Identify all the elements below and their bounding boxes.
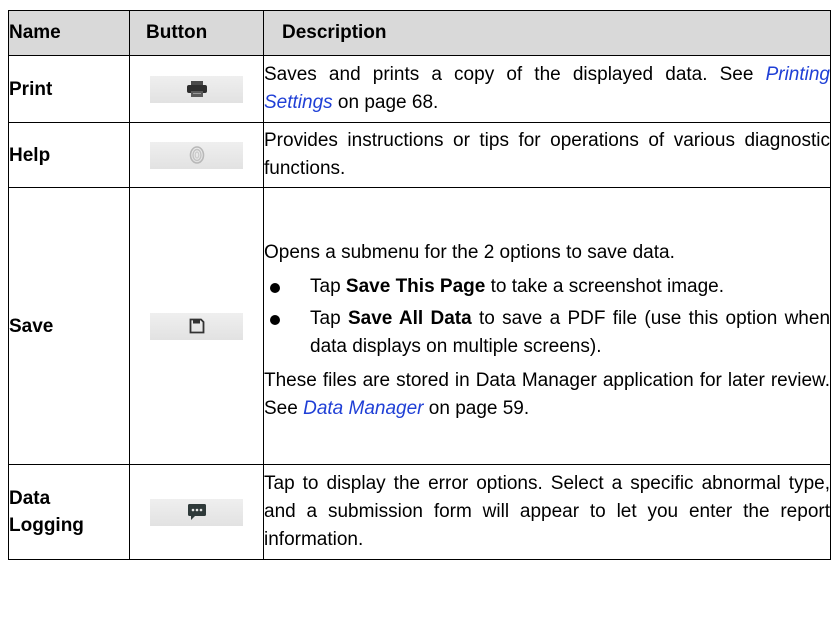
save-intro: Opens a submenu for the 2 options to sav… [264,242,675,263]
bullet-icon [270,283,280,293]
table-row-print: Print Saves and prints a copy of the dis… [8,55,831,123]
table-row-data-logging: Data Logging Tap to display the error op… [8,464,831,560]
row-name-help: Help [8,122,130,188]
row-name-print: Print [8,55,130,123]
row-desc-data-logging: Tap to display the error options. Select… [263,464,831,560]
header-name: Name [8,10,130,56]
row-desc-help: Provides instructions or tips for operat… [263,122,831,188]
table-row-help: Help Provides instructions or tips for o… [8,122,831,188]
header-button: Button [129,10,264,56]
list-item: Tap Save All Data to save a PDF file (us… [264,305,830,361]
data-manager-link[interactable]: Data Manager [303,398,423,419]
save-options-list: Tap Save This Page to take a screenshot … [264,273,830,361]
table-header-row: Name Button Description [8,10,831,56]
chat-message-icon [187,504,206,520]
help-button[interactable] [150,141,243,169]
save-button[interactable] [150,312,243,340]
floppy-disk-icon [189,318,204,334]
bullet-icon [270,315,280,325]
row-name-save: Save [8,187,130,465]
save-note: These files are stored in Data Manager a… [264,370,830,419]
row-name-data-logging: Data Logging [8,464,130,560]
printer-icon [186,81,207,97]
list-item: Tap Save This Page to take a screenshot … [264,273,830,301]
print-button[interactable] [150,75,243,103]
row-desc-print: Saves and prints a copy of the displayed… [263,55,831,123]
help-fingerprint-icon [189,146,204,164]
row-desc-save: Opens a submenu for the 2 options to sav… [263,187,831,465]
table-row-save: Save Opens a submenu for the 2 options t… [8,187,831,465]
header-description: Description [263,10,831,56]
button-reference-table: Name Button Description Print Saves and [8,10,831,560]
data-logging-button[interactable] [150,498,243,526]
